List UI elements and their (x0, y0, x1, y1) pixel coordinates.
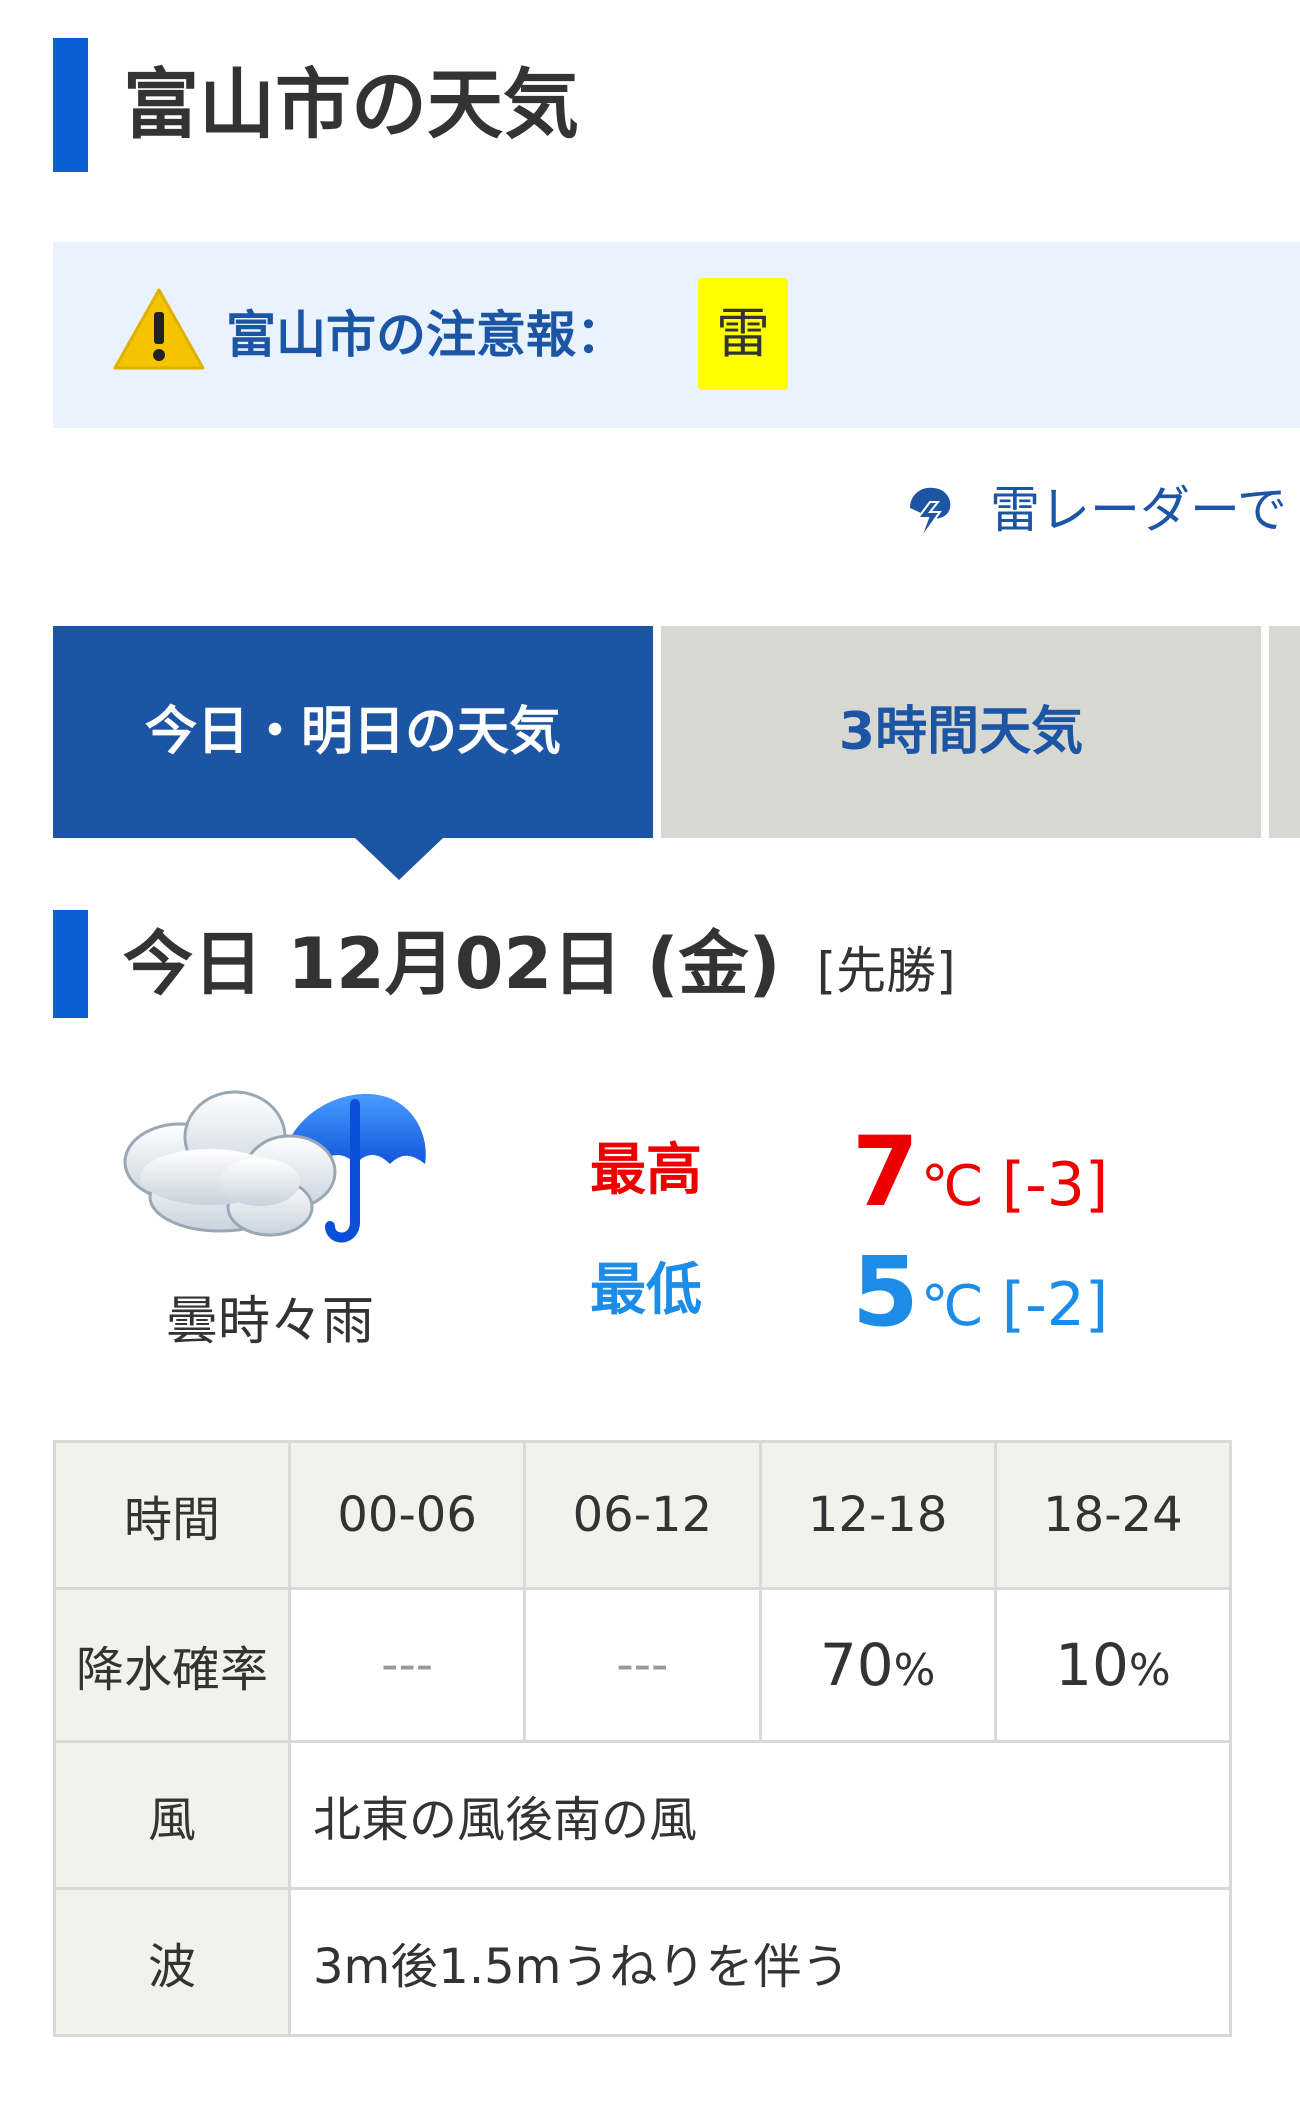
precip-cell: 10% (993, 1587, 1233, 1743)
time-slot: 06-12 (523, 1440, 762, 1590)
precip-header: 降水確率 (53, 1587, 291, 1743)
high-temp: 7℃ [-3] (852, 1112, 1108, 1232)
tab-today-tomorrow[interactable]: 今日・明日の天気 (53, 626, 653, 880)
precip-value: --- (523, 1587, 762, 1743)
active-tab-pointer (355, 838, 443, 880)
wave-value: 3m後1.5mうねりを伴う (288, 1887, 1232, 2037)
wind-header: 風 (53, 1740, 291, 1890)
warning-banner: 富山市の注意報： 雷 (53, 242, 1300, 428)
rokuyo-tag: [先勝] (816, 942, 956, 1000)
low-temp-value: 5 (852, 1236, 919, 1348)
weather-page: 富山市の天気 富山市の注意報： 雷 雷レーダーで 今日・明日の天気 3時間天気 … (0, 0, 1300, 2110)
low-temp-diff: [-2] (1001, 1270, 1109, 1340)
lightning-bolt-icon (910, 487, 951, 541)
high-temp-diff: [-3] (1001, 1150, 1109, 1220)
tab-3hour[interactable]: 3時間天気 (661, 626, 1261, 838)
day-heading: 今日 12月02日 (金) [先勝] (53, 910, 956, 1018)
precip-cell: 70% (758, 1587, 997, 1743)
wind-value: 北東の風後南の風 (288, 1740, 1232, 1890)
time-slot: 12-18 (758, 1440, 997, 1590)
precip-value: 10 (1055, 1631, 1129, 1699)
tab-next-edge[interactable] (1269, 626, 1300, 838)
precip-value: --- (287, 1587, 527, 1743)
tab-3hour-label[interactable]: 3時間天気 (839, 702, 1083, 762)
time-slot: 18-24 (993, 1440, 1233, 1590)
forecast-table: 時間 00-06 06-12 12-18 18-24 降水確率 --- --- … (53, 1440, 1233, 2037)
high-temp-unit: ℃ (920, 1154, 984, 1219)
warning-badge-thunder[interactable]: 雷 (698, 278, 788, 390)
low-temp-label: 最低 (590, 1258, 702, 1323)
table-row-wave: 波 3m後1.5mうねりを伴う (53, 1887, 1232, 2037)
table-row-time: 時間 00-06 06-12 12-18 18-24 (53, 1440, 1233, 1590)
time-slot: 00-06 (287, 1440, 527, 1590)
table-row-wind: 風 北東の風後南の風 (53, 1740, 1232, 1890)
precip-unit: % (893, 1645, 936, 1696)
tab-today-tomorrow-label[interactable]: 今日・明日の天気 (145, 702, 561, 762)
high-temp-label: 最高 (590, 1138, 702, 1203)
time-header: 時間 (53, 1440, 291, 1590)
day-date: 今日 12月02日 (金) (123, 923, 781, 1005)
thunder-radar-link-label[interactable]: 雷レーダーで (990, 470, 1287, 550)
warning-triangle-icon (113, 288, 205, 370)
cloud-with-umbrella-icon (123, 1090, 426, 1243)
table-row-precip: 降水確率 --- --- 70% 10% (53, 1587, 1233, 1743)
high-temp-value: 7 (852, 1116, 919, 1228)
page-title: 富山市の天気 (53, 38, 579, 172)
warning-label: 富山市の注意報： (226, 306, 626, 364)
low-temp: 5℃ [-2] (852, 1232, 1108, 1352)
low-temp-unit: ℃ (920, 1274, 984, 1339)
weather-description: 曇時々雨 (165, 1292, 374, 1352)
precip-unit: % (1128, 1645, 1171, 1696)
wave-header: 波 (53, 1887, 291, 2037)
precip-value: 70 (819, 1631, 894, 1699)
